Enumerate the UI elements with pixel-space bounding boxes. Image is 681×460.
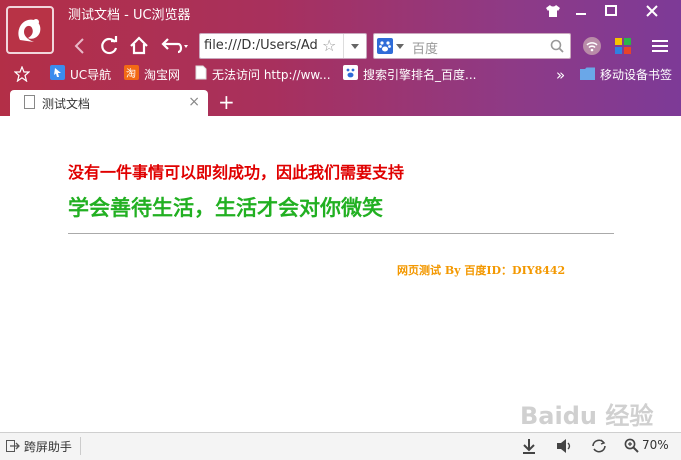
text-line-2: 学会善待生活，生活才会对你微笑: [68, 195, 383, 220]
rotate-screen-icon[interactable]: [590, 438, 608, 454]
status-divider: [80, 437, 81, 455]
minimize-icon: [576, 13, 586, 15]
baidu-icon: [343, 64, 358, 87]
maximize-button[interactable]: [596, 0, 626, 22]
url-input[interactable]: file:///D:/Users/Ad: [204, 38, 324, 53]
url-dropdown-chevron-icon[interactable]: [343, 34, 366, 58]
hamburger-icon: [652, 40, 668, 52]
cross-screen-helper-button[interactable]: 跨屏助手: [6, 438, 72, 455]
tab-close-icon[interactable]: ×: [188, 94, 200, 110]
signature-text: 网页测试 By 百度ID：DIY8442: [397, 264, 566, 277]
taobao-icon: 淘: [124, 64, 139, 87]
arrow-left-icon: [74, 38, 84, 54]
address-bar[interactable]: file:///D:/Users/Ad ☆: [199, 33, 367, 59]
mobile-bookmarks-folder[interactable]: 移动设备书签: [580, 64, 672, 86]
star-icon[interactable]: ☆: [322, 36, 336, 55]
back-button[interactable]: [68, 34, 92, 58]
search-engine-chevron-icon[interactable]: [396, 44, 404, 53]
bookmark-taobao[interactable]: 淘淘宝网: [124, 64, 180, 86]
search-input[interactable]: 百度: [412, 38, 438, 57]
text-line-1: 没有一件事情可以即刻成功，因此我们需要支持: [68, 163, 405, 182]
new-tab-button[interactable]: +: [218, 90, 235, 114]
bookmarks-more-button[interactable]: »: [556, 64, 565, 86]
horizontal-rule: [68, 233, 614, 234]
page-content: 没有一件事情可以即刻成功，因此我们需要支持 学会善待生活，生活才会对你微笑 网页…: [0, 116, 681, 432]
star-outline-icon[interactable]: [14, 66, 30, 82]
close-icon: [646, 5, 658, 17]
tab-active[interactable]: 测试文档 ×: [10, 90, 208, 116]
squirrel-icon: [18, 19, 41, 42]
baidu-paw-icon[interactable]: [377, 38, 393, 54]
page-icon: [195, 65, 207, 87]
close-window-button[interactable]: [634, 0, 670, 22]
network-button[interactable]: [580, 34, 604, 58]
apps-button[interactable]: [611, 34, 635, 58]
svg-text:淘: 淘: [126, 67, 136, 80]
maximize-icon: [605, 5, 617, 16]
search-box[interactable]: 百度: [373, 33, 571, 59]
baidu-watermark: Baidu 经验: [520, 402, 654, 430]
zoom-level[interactable]: 70%: [642, 438, 669, 452]
search-icon[interactable]: [550, 39, 564, 53]
undo-arrow-icon: [161, 38, 188, 54]
exit-arrow-icon: [6, 440, 20, 452]
speaker-icon[interactable]: [556, 438, 574, 454]
zoom-icon[interactable]: [624, 438, 639, 453]
bookmark-search-rank[interactable]: 搜索引擎排名_百度...: [343, 64, 476, 86]
download-icon[interactable]: [522, 438, 536, 454]
uc-nav-icon: [50, 64, 65, 87]
undo-close-button[interactable]: [158, 34, 192, 58]
bookmark-uc-nav[interactable]: UC导航: [50, 64, 111, 86]
minimize-button[interactable]: [566, 0, 596, 22]
uc-logo[interactable]: [6, 6, 54, 54]
document-icon: [24, 95, 35, 109]
window-title: 测试文档 - UC浏览器: [68, 8, 191, 23]
refresh-button[interactable]: [98, 34, 122, 58]
status-bar: 跨屏助手 70%: [0, 432, 681, 460]
bookmark-unreachable[interactable]: 无法访问 http://ww...: [195, 64, 331, 86]
browser-chrome: 测试文档 - UC浏览器 file:///D:/Users/Ad ☆ 百度 UC…: [0, 0, 681, 116]
apps-grid-icon: [615, 38, 631, 54]
refresh-icon: [101, 36, 118, 55]
wifi-icon: [583, 37, 601, 55]
home-icon: [130, 36, 148, 55]
home-button[interactable]: [127, 34, 151, 58]
tab-label: 测试文档: [42, 97, 91, 111]
tshirt-icon: [546, 5, 560, 17]
menu-button[interactable]: [648, 34, 672, 58]
skin-button[interactable]: [538, 0, 568, 22]
folder-icon: [580, 65, 595, 87]
